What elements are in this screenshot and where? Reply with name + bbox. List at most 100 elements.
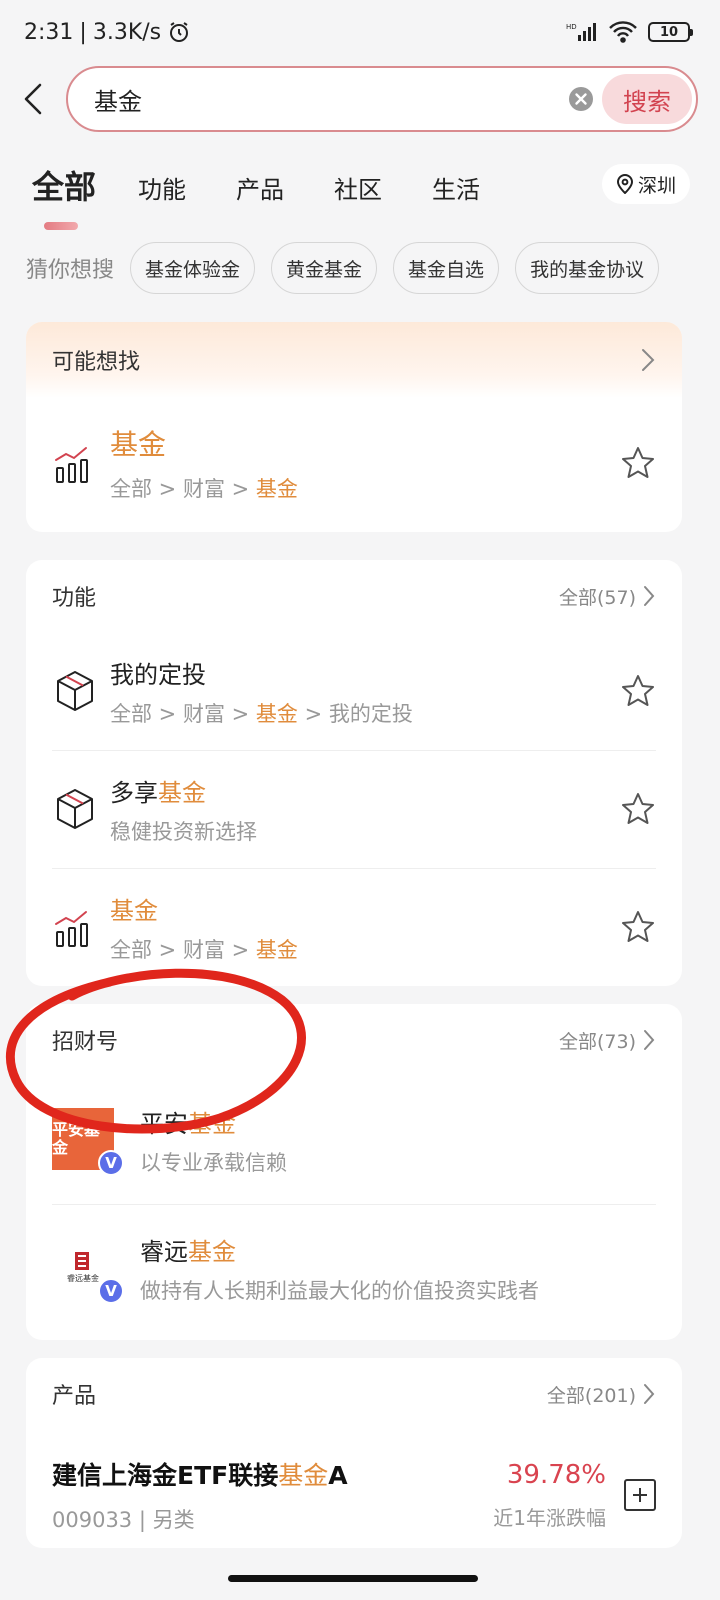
tab-all[interactable]: 全部 [32,154,96,230]
account-item[interactable]: 睿远基金 V 睿远基金 做持有人长期利益最大化的价值投资实践者 [26,1204,682,1332]
tab-community[interactable]: 社区 [334,154,382,205]
suggestion-chip[interactable]: 基金体验金 [130,242,256,294]
sub-highlight: 基金 [255,701,298,726]
view-all-button[interactable]: 全部(73) [559,1027,656,1054]
path-text: 全部 > 财富 > [110,477,256,501]
chevron-left-icon [24,83,42,115]
suggestion-chip[interactable]: 基金自选 [393,242,500,294]
chevron-right-icon [644,586,655,606]
title-text: 睿远 [140,1237,188,1266]
status-right: HD 10 [566,20,693,44]
star-icon[interactable] [620,791,656,827]
view-all-button[interactable]: 全部(201) [547,1381,656,1408]
suggestion-row: 猜你想搜 基金体验金 黄金基金 基金自选 我的基金协议 [0,240,720,296]
card-header: 功能 全部(57) [26,560,682,632]
tab-label: 生活 [432,176,481,204]
title-text: 建信上海金ETF联接 [52,1461,279,1490]
function-card: 功能 全部(57) 我的定投 全部 > 财富 > 基金 > 我的定投 多享基金 … [26,560,682,986]
battery-icon: 10 [648,22,693,42]
chart-bars-icon [55,447,88,483]
sub-highlight: 基金 [255,937,298,962]
result-text: 基金 全部 > 财富 > 基金 [110,423,620,503]
clear-icon[interactable] [568,86,594,112]
card-title: 功能 [52,586,97,611]
ruiyuan-mark-icon [75,1251,89,1270]
cube-icon [57,789,93,829]
verified-badge-icon: V [98,1278,124,1304]
product-text: 建信上海金ETF联接基金A 009033 | 另类 [52,1456,493,1534]
product-title: 建信上海金ETF联接基金A [52,1456,493,1492]
product-code: 009033 | 另类 [52,1508,195,1532]
function-item[interactable]: 我的定投 全部 > 财富 > 基金 > 我的定投 [26,632,682,750]
suggestion-chip[interactable]: 我的基金协议 [515,242,660,294]
status-left: 2:31 | 3.3K/s [24,20,191,45]
product-rate: 39.78% [506,1459,606,1490]
title-highlight: 基金 [188,1237,236,1266]
tab-label: 社区 [334,176,383,204]
title-suffix: A [328,1461,348,1490]
result-path: 全部 > 财富 > 基金 [110,473,620,503]
function-item[interactable]: 基金 全部 > 财富 > 基金 [26,868,682,986]
add-watchlist-button[interactable] [624,1479,656,1511]
search-box: 搜索 [66,66,698,132]
tab-function[interactable]: 功能 [138,154,186,205]
account-item[interactable]: 平安基金 V 平安基金 以专业承载信赖 [26,1076,682,1204]
verified-badge-icon: V [98,1150,124,1176]
item-text: 睿远基金 做持有人长期利益最大化的价值投资实践者 [140,1232,656,1305]
view-all-label: 全部(73) [558,1030,636,1053]
card-header: 产品 全部(201) [26,1358,682,1430]
suggestion-chip[interactable]: 黄金基金 [271,242,378,294]
tab-label: 产品 [236,176,285,204]
back-button[interactable] [22,74,62,124]
tab-label: 功能 [138,176,187,204]
svg-text:HD: HD [566,23,577,31]
item-title: 睿远基金 [140,1232,656,1267]
status-net-speed: 3.3K/s [92,19,162,45]
result-title: 基金 [110,428,167,461]
card-header[interactable]: 可能想找 [26,322,682,398]
item-title: 基金 [110,891,620,926]
item-text: 多享基金 稳健投资新选择 [110,773,620,846]
title-text: 平安 [140,1109,188,1138]
avatar: 平安基金 V [52,1108,124,1176]
search-input[interactable] [94,85,568,113]
star-icon[interactable] [620,445,656,481]
tab-product[interactable]: 产品 [236,154,284,205]
sub-text: > 我的定投 [297,701,413,726]
star-icon[interactable] [620,909,656,945]
signal-icon: HD [566,23,596,41]
tab-life[interactable]: 生活 [432,154,480,205]
function-item[interactable]: 多享基金 稳健投资新选择 [26,750,682,868]
location-button[interactable]: 深圳 [601,164,690,204]
product-card: 产品 全部(201) 建信上海金ETF联接基金A 009033 | 另类 39.… [26,1358,682,1548]
item-subtitle: 全部 > 财富 > 基金 [110,934,620,964]
item-subtitle: 做持有人长期利益最大化的价值投资实践者 [140,1278,539,1303]
star-icon[interactable] [620,673,656,709]
sub-text: 全部 > 财富 > [110,937,256,962]
result-item[interactable]: 基金 全部 > 财富 > 基金 [26,398,682,528]
location-label: 深圳 [637,174,676,197]
title-highlight: 基金 [188,1109,236,1138]
home-indicator[interactable] [228,1575,478,1582]
view-all-label: 全部(57) [558,586,636,609]
battery-level: 10 [659,24,679,40]
wifi-icon [609,21,637,43]
item-subtitle: 以专业承载信赖 [140,1150,287,1175]
search-button[interactable]: 搜索 [602,74,692,124]
chart-bars-icon [55,911,88,947]
ruiyuan-logo-text: 睿远基金 [67,1273,99,1283]
card-title: 招财号 [52,1030,119,1055]
item-subtitle: 全部 > 财富 > 基金 > 我的定投 [110,698,620,728]
product-item[interactable]: 建信上海金ETF联接基金A 009033 | 另类 39.78% 近1年涨跌幅 [26,1430,682,1548]
maybe-looking-card: 可能想找 基金 全部 > 财富 > 基金 [26,322,682,532]
status-bar: 2:31 | 3.3K/s HD 10 [0,0,720,64]
chevron-right-icon [642,349,655,371]
alarm-icon [170,22,189,42]
view-all-button[interactable]: 全部(57) [559,583,656,610]
path-highlight: 基金 [255,477,298,501]
item-title: 我的定投 [110,655,620,690]
cube-icon [57,671,93,711]
chevron-right-icon [644,1384,655,1404]
view-all-label: 全部(201) [546,1384,636,1407]
item-title: 平安基金 [140,1104,656,1139]
